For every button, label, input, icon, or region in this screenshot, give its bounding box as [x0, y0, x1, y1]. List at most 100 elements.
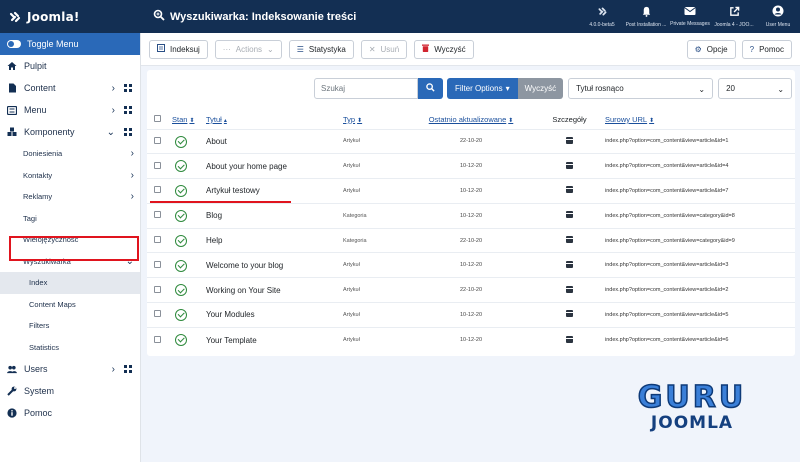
dashboard-grid-icon[interactable]	[124, 84, 132, 92]
published-check-icon[interactable]	[175, 160, 187, 173]
row-type: Artykuł	[343, 153, 408, 179]
table-row[interactable]: Your Template Artykuł 10-12-20 index.php?op…	[147, 326, 795, 353]
sidebar-item-label: Users	[24, 364, 48, 374]
messages-item[interactable]: Private Messages	[668, 0, 712, 33]
calendar-icon[interactable]	[566, 310, 573, 318]
calendar-icon[interactable]	[566, 136, 573, 144]
header-updated-label: Ostatnio aktualizowane	[428, 114, 507, 124]
chevron-right-icon[interactable]: ›	[131, 148, 134, 159]
sidebar-subitem-filters[interactable]: Filters	[0, 315, 140, 337]
row-checkbox[interactable]	[154, 186, 161, 194]
sidebar-item-pomoc[interactable]: Pomoc	[0, 402, 140, 424]
actions-dropdown[interactable]: ··· Actions ⌄	[214, 39, 282, 59]
chevron-right-icon[interactable]: ›	[131, 191, 134, 202]
sidebar-subitem-statistics[interactable]: Statistics	[0, 337, 140, 359]
sidebar-subitem-doniesienia[interactable]: Doniesienia ›	[0, 143, 140, 165]
site-link-item[interactable]: Joomla 4 - JOO...	[712, 0, 756, 33]
dashboard-grid-icon[interactable]	[124, 365, 132, 373]
calendar-icon[interactable]	[566, 260, 573, 268]
sidebar-subitem-reklamy[interactable]: Reklamy ›	[0, 186, 140, 208]
sidebar-subitem-tagi[interactable]: Tagi	[0, 208, 140, 230]
table-row[interactable]: Help Kategoria 22-10-20 index.php?option=co…	[147, 227, 795, 253]
sidebar-item-pulpit[interactable]: Pulpit	[0, 55, 140, 77]
chevron-down-icon: ⌄	[267, 44, 274, 54]
select-all-checkbox[interactable]	[154, 114, 161, 122]
table-row[interactable]: Working on Your Site Artykuł 22-10-20 index…	[147, 277, 795, 303]
header-stan[interactable]: Stan ⬍	[172, 110, 206, 129]
statistics-button[interactable]: ☰ Statystyka	[288, 39, 354, 59]
calendar-icon[interactable]	[566, 285, 573, 293]
row-title: Artykuł testowy	[206, 178, 343, 204]
options-button[interactable]: ⚙ Opcje	[686, 39, 736, 59]
subitem-label: Doniesienia	[23, 149, 63, 159]
table-row[interactable]: About Artykuł 22-10-20 index.php?option=com…	[147, 128, 795, 154]
sidebar-subitem-index[interactable]: Index	[0, 272, 140, 294]
sidebar-subitem-content-maps[interactable]: Content Maps	[0, 294, 140, 316]
ordering-select[interactable]: Tytuł rosnąco ⌄	[568, 78, 714, 99]
table-row[interactable]: Artykuł testowy Artykuł 10-12-20 index.php?…	[147, 178, 795, 204]
table-row[interactable]: Blog Kategoria 10-12-20 index.php?option=co…	[147, 202, 795, 229]
table-row[interactable]: Your Modules Artykuł 10-12-20 index.php?opt…	[147, 302, 795, 328]
published-check-icon[interactable]	[175, 259, 187, 272]
published-check-icon[interactable]	[175, 309, 187, 322]
row-checkbox[interactable]	[154, 310, 161, 318]
header-type[interactable]: Typ ⬍	[343, 110, 408, 129]
calendar-icon[interactable]	[566, 186, 573, 194]
row-checkbox[interactable]	[154, 335, 161, 343]
sidebar-item-system[interactable]: System	[0, 380, 140, 402]
chevron-down-icon[interactable]: ⌄	[107, 127, 115, 138]
clear-search-button[interactable]: Wyczyść	[517, 78, 564, 99]
sidebar-subitem-kontakty[interactable]: Kontakty ›	[0, 165, 140, 187]
sidebar-item-komponenty[interactable]: Komponenty ⌄	[0, 121, 140, 143]
table-row[interactable]: About your home page Artykuł 10-12-20 index…	[147, 153, 795, 179]
clear-index-button[interactable]: Wyczyść	[414, 39, 474, 59]
published-check-icon[interactable]	[175, 135, 187, 148]
toggle-menu-button[interactable]: Toggle Menu	[0, 33, 140, 55]
index-highlight-frame	[9, 236, 139, 261]
row-checkbox[interactable]	[154, 211, 161, 219]
limit-select[interactable]: 20 ⌄	[718, 78, 793, 99]
calendar-icon[interactable]	[566, 236, 573, 244]
chevron-right-icon[interactable]: ›	[112, 105, 115, 116]
chevron-right-icon[interactable]: ›	[112, 83, 115, 94]
published-check-icon[interactable]	[175, 185, 187, 198]
published-check-icon[interactable]	[175, 334, 187, 347]
dashboard-grid-icon[interactable]	[124, 106, 132, 114]
index-button[interactable]: Indeksuj	[149, 39, 208, 59]
help-button[interactable]: ? Pomoc	[741, 39, 792, 59]
sidebar-item-content[interactable]: Content ›	[0, 77, 140, 99]
header-url[interactable]: Surowy URL ⬍	[605, 110, 795, 129]
row-checkbox[interactable]	[154, 260, 161, 268]
row-url: index.php?option=com_content&view=catego…	[605, 227, 795, 253]
sidebar-item-users[interactable]: Users ›	[0, 358, 140, 380]
header-title[interactable]: Tytuł ▴	[206, 110, 343, 129]
row-details-cell	[534, 302, 605, 328]
calendar-icon[interactable]	[566, 161, 573, 169]
calendar-icon[interactable]	[566, 335, 573, 343]
calendar-icon[interactable]	[566, 211, 573, 219]
filter-options-button[interactable]: Filter Options ▾	[447, 78, 518, 99]
post-install-item[interactable]: Post Installation ...	[624, 0, 668, 33]
row-checkbox[interactable]	[154, 136, 161, 144]
row-checkbox[interactable]	[154, 285, 161, 293]
row-select-cell	[147, 128, 172, 154]
user-menu-item[interactable]: User Menu	[756, 0, 800, 33]
row-checkbox[interactable]	[154, 236, 161, 244]
search-button[interactable]	[418, 78, 443, 99]
chevron-right-icon[interactable]: ›	[112, 364, 115, 375]
watermark-line2: JOOMLA	[650, 413, 734, 433]
header-updated[interactable]: Ostatnio aktualizowane ⬍	[408, 110, 534, 129]
published-check-icon[interactable]	[175, 284, 187, 297]
chevron-right-icon[interactable]: ›	[131, 170, 134, 181]
delete-button[interactable]: ✕ Usuń	[360, 39, 408, 59]
search-input[interactable]: Szukaj	[314, 78, 418, 99]
published-check-icon[interactable]	[175, 209, 187, 222]
version-item[interactable]: 4.0.0-beta5	[580, 0, 624, 33]
sidebar-item-menu[interactable]: Menu ›	[0, 99, 140, 121]
row-checkbox[interactable]	[154, 161, 161, 169]
published-check-icon[interactable]	[175, 234, 187, 247]
joomla-logo[interactable]: Joomla!	[0, 0, 141, 33]
dashboard-grid-icon[interactable]	[124, 128, 132, 136]
search-plus-icon	[153, 9, 165, 24]
table-row[interactable]: Welcome to your blog Artykuł 10-12-20 index…	[147, 252, 795, 278]
